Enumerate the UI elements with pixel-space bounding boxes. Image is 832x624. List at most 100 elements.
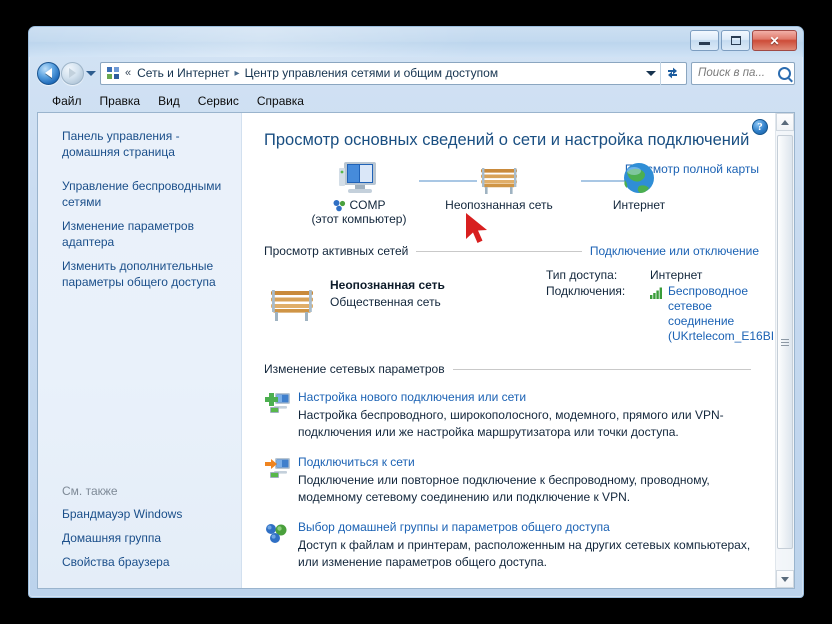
chevron-down-icon xyxy=(86,70,96,76)
sidebar-item-manage-wireless[interactable]: Управление беспроводными сетями xyxy=(38,174,241,214)
see-also-item-homegroup[interactable]: Домашняя группа xyxy=(38,526,241,550)
breadcrumb-overflow-icon[interactable]: « xyxy=(125,67,131,79)
close-icon: ✕ xyxy=(769,33,780,48)
address-bar[interactable]: « Сеть и Интернет ▸ Центр управления сет… xyxy=(100,61,687,85)
list-item-body: Подключиться к сети Подключение или повт… xyxy=(298,455,759,506)
page-title: Просмотр основных сведений о сети и наст… xyxy=(264,131,750,149)
sidebar: Панель управления - домашняя страница Уп… xyxy=(38,113,242,588)
breadcrumb-item-network[interactable]: Сеть и Интернет xyxy=(135,65,231,81)
refresh-icon xyxy=(668,67,677,79)
chevron-down-icon xyxy=(781,576,789,582)
connections-row: Подключения: Беспроводное сетевое соедин… xyxy=(546,284,774,344)
wireless-signal-icon xyxy=(650,287,662,299)
connect-disconnect-link[interactable]: Подключение или отключение xyxy=(590,244,759,258)
menu-item-help[interactable]: Справка xyxy=(248,92,313,110)
bench-icon xyxy=(271,290,313,321)
address-dropdown-button[interactable] xyxy=(642,63,660,84)
scroll-up-button[interactable] xyxy=(776,113,794,131)
content-inner: Просмотр основных сведений о сети и наст… xyxy=(242,113,775,588)
maximize-icon xyxy=(730,36,741,45)
setup-new-connection-link[interactable]: Настройка нового подключения или сети xyxy=(298,390,759,404)
network-balls-icon xyxy=(333,199,345,211)
menu-bar: Файл Правка Вид Сервис Справка xyxy=(29,89,803,112)
search-input[interactable]: Поиск в па... xyxy=(691,61,795,85)
change-settings-header: Изменение сетевых параметров xyxy=(264,362,759,376)
homegroup-sharing-desc: Доступ к файлам и принтерам, расположенн… xyxy=(298,538,751,569)
client-area: Панель управления - домашняя страница Уп… xyxy=(37,112,795,589)
active-networks-title: Просмотр активных сетей xyxy=(264,244,409,258)
network-map: Просмотр полной карты COMP (этот компьют… xyxy=(264,160,759,238)
minimize-icon xyxy=(699,42,710,45)
menu-item-edit[interactable]: Правка xyxy=(91,92,150,110)
map-node-computer[interactable]: COMP (этот компьютер) xyxy=(304,160,414,226)
arrow-right-icon xyxy=(69,68,76,78)
sidebar-item-adapter-settings[interactable]: Изменение параметров адаптера xyxy=(38,214,241,254)
scroll-down-button[interactable] xyxy=(776,570,794,588)
map-node-network-name: Неопознанная сеть xyxy=(445,198,553,212)
mouse-cursor xyxy=(463,212,493,252)
active-network-text: Неопознанная сеть Общественная сеть xyxy=(330,278,445,309)
vertical-scrollbar[interactable] xyxy=(775,113,794,588)
connect-to-network-link[interactable]: Подключиться к сети xyxy=(298,455,759,469)
content-pane: ? Просмотр основных сведений о сети и на… xyxy=(242,113,794,588)
see-also-item-firewall[interactable]: Брандмауэр Windows xyxy=(38,502,241,526)
map-node-computer-sub: (этот компьютер) xyxy=(311,212,407,226)
list-item-body: Настройка нового подключения или сети На… xyxy=(298,390,759,441)
list-item-body: Выбор домашней группы и параметров общег… xyxy=(298,520,759,571)
active-network-row: Неопознанная сеть Общественная сеть Тип … xyxy=(264,268,774,360)
list-item[interactable]: Подключиться к сети Подключение или повт… xyxy=(264,455,759,506)
map-node-computer-name: COMP xyxy=(349,198,386,212)
globe-icon xyxy=(624,163,654,193)
change-settings-list: Настройка нового подключения или сети На… xyxy=(264,390,759,571)
map-node-network[interactable]: Неопознанная сеть xyxy=(422,160,576,212)
see-also-title: См. также xyxy=(62,484,118,498)
navigation-bar: « Сеть и Интернет ▸ Центр управления сет… xyxy=(29,57,803,89)
menu-item-view[interactable]: Вид xyxy=(149,92,189,110)
chevron-down-icon xyxy=(646,70,656,76)
connect-to-network-desc: Подключение или повторное подключение к … xyxy=(298,473,710,504)
section-divider xyxy=(416,250,582,252)
control-panel-icon xyxy=(105,65,121,81)
caption-buttons: ✕ xyxy=(690,30,797,51)
see-also-item-internet-options[interactable]: Свойства браузера xyxy=(38,550,241,574)
list-item[interactable]: Настройка нового подключения или сети На… xyxy=(264,390,759,441)
change-settings-title: Изменение сетевых параметров xyxy=(264,362,445,376)
sidebar-item-advanced-sharing[interactable]: Изменить дополнительные параметры общего… xyxy=(38,254,241,294)
forward-button[interactable] xyxy=(61,61,84,85)
back-button[interactable] xyxy=(37,61,60,85)
map-node-internet[interactable]: Интернет xyxy=(584,160,694,212)
chevron-up-icon xyxy=(781,119,789,125)
see-also-section: См. также Брандмауэр Windows Домашняя гр… xyxy=(38,481,241,574)
connect-to-network-icon xyxy=(264,455,298,506)
setup-new-connection-desc: Настройка беспроводного, широкополосного… xyxy=(298,408,724,439)
refresh-button[interactable] xyxy=(660,61,684,85)
map-node-internet-name: Интернет xyxy=(612,198,666,212)
breadcrumb: « Сеть и Интернет ▸ Центр управления сет… xyxy=(124,65,642,81)
computer-icon xyxy=(339,162,376,193)
history-dropdown-button[interactable] xyxy=(84,62,98,85)
grip-icon xyxy=(781,337,789,348)
active-network-name: Неопознанная сеть xyxy=(330,278,445,292)
close-button[interactable]: ✕ xyxy=(752,30,797,51)
map-node-computer-label-row: COMP xyxy=(304,198,414,212)
homegroup-sharing-link[interactable]: Выбор домашней группы и параметров общег… xyxy=(298,520,759,534)
search-placeholder: Поиск в па... xyxy=(698,67,766,79)
connection-link[interactable]: Беспроводное сетевое соединение (UKrtele… xyxy=(668,284,774,344)
breadcrumb-item-current[interactable]: Центр управления сетями и общим доступом xyxy=(243,65,501,81)
maximize-button[interactable] xyxy=(721,30,750,51)
active-networks-header: Просмотр активных сетей Подключение или … xyxy=(264,244,759,258)
active-network-identity: Неопознанная сеть Общественная сеть xyxy=(264,268,532,360)
access-type-value: Интернет xyxy=(650,268,703,282)
list-item[interactable]: Выбор домашней группы и параметров общег… xyxy=(264,520,759,571)
minimize-button[interactable] xyxy=(690,30,719,51)
screenshot-root: ✕ « Сеть и Интернет ▸ Центр управления с… xyxy=(0,0,832,624)
sidebar-item-control-panel-home[interactable]: Панель управления - домашняя страница xyxy=(38,124,241,164)
menu-item-file[interactable]: Файл xyxy=(43,92,91,110)
network-sharing-center-window: ✕ « Сеть и Интернет ▸ Центр управления с… xyxy=(28,26,804,598)
access-type-row: Тип доступа: Интернет xyxy=(546,268,774,282)
menu-item-tools[interactable]: Сервис xyxy=(189,92,248,110)
access-type-label: Тип доступа: xyxy=(546,268,618,282)
scrollbar-thumb[interactable] xyxy=(777,135,793,549)
breadcrumb-separator-icon: ▸ xyxy=(234,67,240,79)
